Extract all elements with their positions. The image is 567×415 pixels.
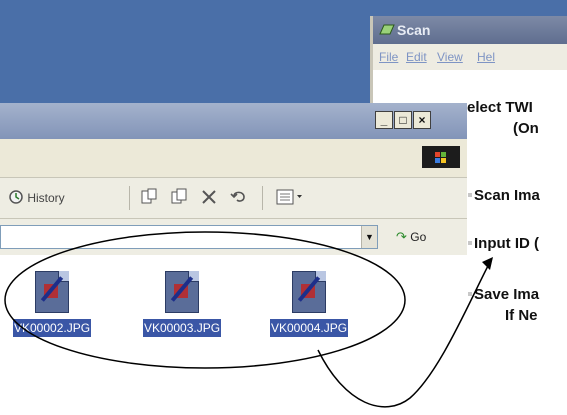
views-icon xyxy=(276,189,302,205)
step-save-image-sub: If Ne xyxy=(505,307,538,324)
undo-icon xyxy=(230,191,245,202)
jpg-file-icon xyxy=(165,271,199,313)
history-button[interactable]: History xyxy=(8,188,65,208)
step-save-image: Save Ima xyxy=(474,286,540,303)
jpg-file-icon xyxy=(292,271,326,313)
toolbar-separator xyxy=(262,186,263,210)
toolbar-separator xyxy=(129,186,130,210)
scan-titlebar[interactable]: Scan xyxy=(373,16,567,44)
step-bullet xyxy=(468,193,472,197)
step-scan-image: Scan Ima xyxy=(474,187,540,204)
move-to-icon xyxy=(141,188,157,204)
menu-view[interactable]: View xyxy=(437,44,463,70)
close-button[interactable]: × xyxy=(413,111,431,129)
file-name: VK00004.JPG xyxy=(270,319,348,337)
file-item[interactable]: VK00003.JPG xyxy=(143,271,221,337)
step-bullet xyxy=(468,241,472,245)
file-item[interactable]: VK00004.JPG xyxy=(270,271,348,337)
explorer-toolbar: History xyxy=(0,177,467,219)
history-label: History xyxy=(27,191,65,205)
minimize-button[interactable]: _ xyxy=(375,111,393,129)
step-bullet xyxy=(468,292,472,296)
scan-window-title: Scan xyxy=(397,22,431,38)
delete-button[interactable] xyxy=(200,188,218,208)
history-icon xyxy=(9,190,23,204)
jpg-file-icon xyxy=(35,271,69,313)
step-select-twain-sub: (On xyxy=(513,120,539,137)
delete-icon xyxy=(202,190,216,204)
address-dropdown-button[interactable]: ▼ xyxy=(361,226,377,248)
views-button[interactable] xyxy=(276,188,304,208)
scan-app-icon xyxy=(379,24,395,35)
explorer-window: _ □ × History ▼ ↷ Go VK00002.JPG VK00003… xyxy=(0,103,467,415)
address-input[interactable] xyxy=(0,225,378,249)
file-name: VK00003.JPG xyxy=(143,319,221,337)
undo-button[interactable] xyxy=(230,188,248,208)
menu-edit[interactable]: Edit xyxy=(406,44,427,70)
address-bar: ▼ ↷ Go xyxy=(0,219,467,255)
explorer-brand-bar xyxy=(0,139,467,177)
maximize-button[interactable]: □ xyxy=(394,111,412,129)
go-icon: ↷ xyxy=(396,229,407,244)
copy-to-icon xyxy=(171,188,187,204)
move-to-button[interactable] xyxy=(140,188,158,208)
explorer-titlebar[interactable]: _ □ × xyxy=(0,103,467,139)
windows-logo-icon xyxy=(422,146,460,168)
copy-to-button[interactable] xyxy=(170,188,188,208)
scan-menubar: File Edit View Hel xyxy=(373,44,567,70)
menu-help[interactable]: Hel xyxy=(477,44,495,70)
step-input-id: Input ID ( xyxy=(474,235,539,252)
go-label: Go xyxy=(410,230,427,244)
file-item[interactable]: VK00002.JPG xyxy=(13,271,91,337)
menu-file[interactable]: File xyxy=(379,44,398,70)
go-button[interactable]: ↷ Go xyxy=(396,225,426,249)
file-name: VK00002.JPG xyxy=(13,319,91,337)
step-select-twain: elect TWI xyxy=(467,99,533,116)
